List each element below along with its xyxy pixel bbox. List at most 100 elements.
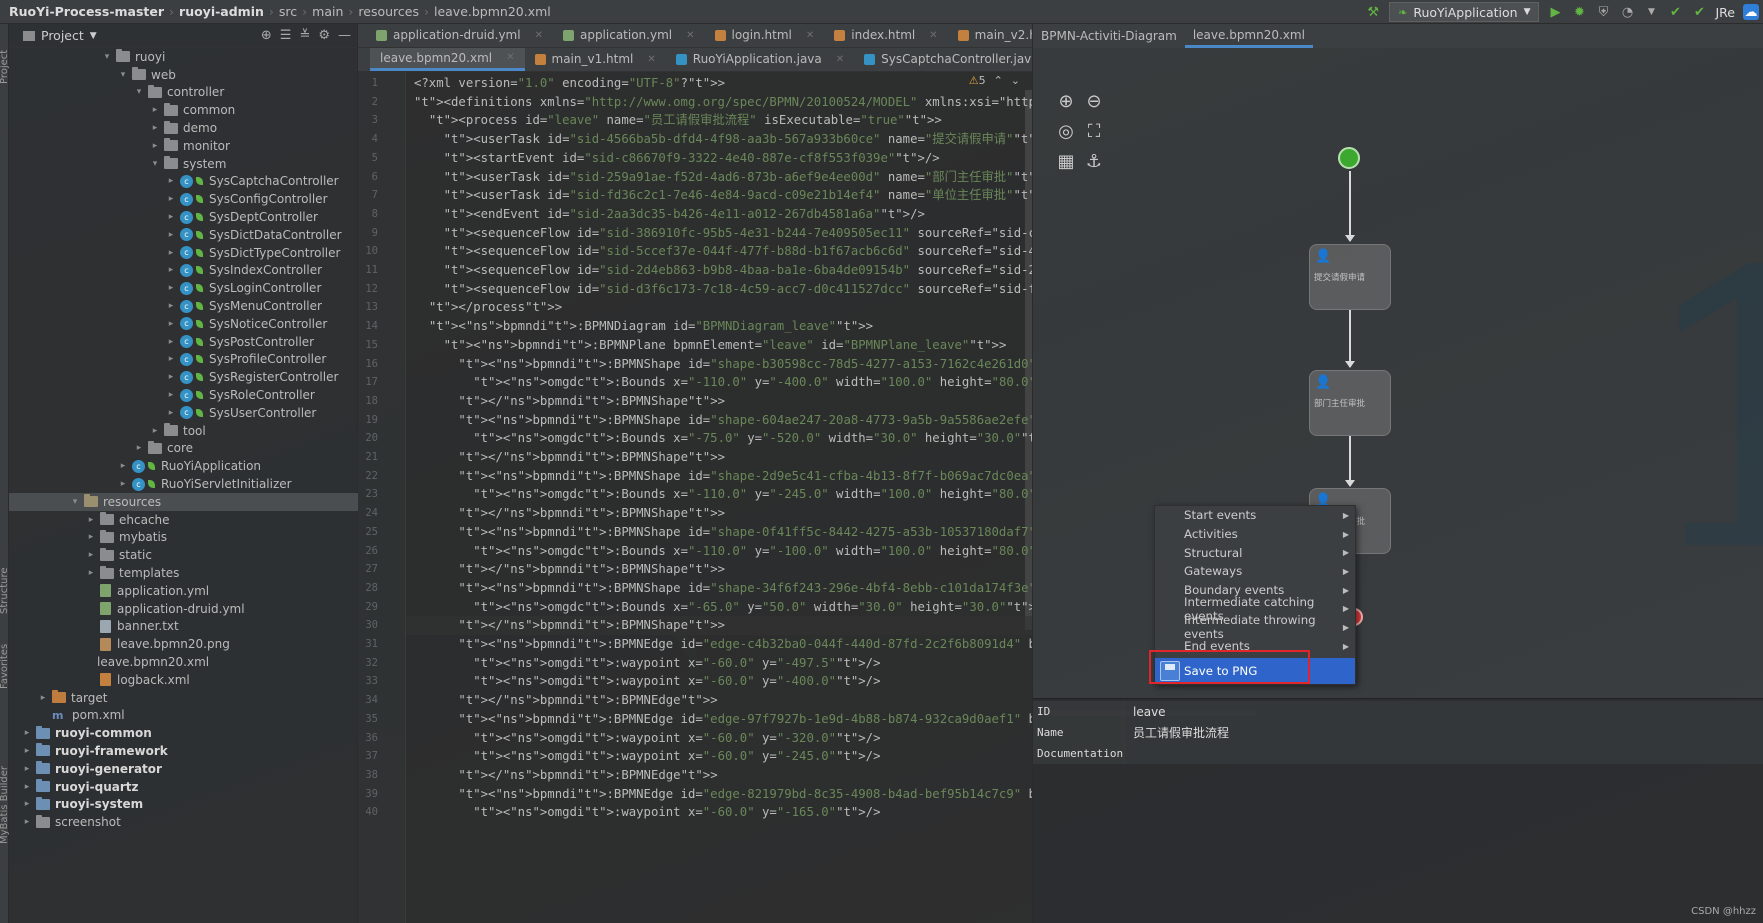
collapse-arrow-icon[interactable]: ▸ (21, 728, 33, 738)
code-line[interactable]: "t"></"ns">bpmndi"t">:BPMNEdge"t">> (414, 766, 717, 785)
run-config-select[interactable]: ❧ RuoYiApplication ▼ (1389, 2, 1540, 22)
editor-tab[interactable]: RuoYiApplication.java ✕ (666, 48, 854, 71)
diagram-canvas[interactable]: 1 ⊕ ⊖ ◎ ⛶ ▦ ⚓ 👤 提交请假申请 👤 部门主任审批 👤 单位主任审批 (1033, 48, 1763, 716)
debug-icon[interactable]: ✹ (1571, 4, 1587, 20)
collapse-arrow-icon[interactable]: ▸ (165, 265, 177, 275)
tree-node[interactable]: ▸ c RuoYiApplication (9, 457, 358, 475)
start-event[interactable] (1338, 147, 1360, 169)
expand-arrow-icon[interactable]: ▾ (133, 87, 145, 97)
run-icon[interactable]: ▶ (1547, 4, 1563, 20)
collapse-arrow-icon[interactable]: ▸ (149, 123, 161, 133)
code-line[interactable]: "t"><userTask id="sid-259a91ae-f52d-4ad6… (414, 168, 1032, 187)
inspection-widget[interactable]: ⚠5 ⌃ ⌄ (969, 74, 1020, 87)
collapse-arrow-icon[interactable]: ▸ (165, 176, 177, 186)
property-value-field[interactable]: leave (1125, 701, 1763, 722)
context-menu-item[interactable]: Structural ▶ (1155, 543, 1355, 562)
close-icon[interactable]: ✕ (647, 54, 655, 65)
tree-node[interactable]: ▸ common (9, 101, 358, 119)
collapse-arrow-icon[interactable]: ▸ (21, 782, 33, 792)
expand-arrow-icon[interactable]: ▾ (69, 497, 81, 507)
code-line[interactable]: "t"><"ns">bpmndi"t">:BPMNEdge id="edge-c… (414, 635, 1032, 654)
collapse-arrow-icon[interactable]: ▸ (85, 568, 97, 578)
tree-node[interactable]: ▸ c SysConfigController (9, 190, 358, 208)
close-icon[interactable]: ✕ (506, 52, 514, 63)
close-icon[interactable]: ✕ (806, 30, 814, 41)
tree-node[interactable]: ▾ ruoyi (9, 48, 358, 66)
code-line[interactable]: "t"><"ns">omgdi"t">:waypoint x="-60.0" y… (414, 672, 880, 691)
code-line[interactable]: "t"></"ns">bpmndi"t">:BPMNShape"t">> (414, 448, 725, 467)
collapse-arrow-icon[interactable]: ▸ (149, 105, 161, 115)
code-line[interactable]: "t"></"ns">bpmndi"t">:BPMNEdge"t">> (414, 691, 717, 710)
build-hammer-icon[interactable]: ⚒ (1365, 4, 1381, 20)
tree-node[interactable]: ▸ c SysProfileController (9, 351, 358, 369)
tree-node[interactable]: ▾ system (9, 155, 358, 173)
tree-node[interactable]: ▸ templates (9, 564, 358, 582)
code-line[interactable]: "t"><definitions xmlns="http://www.omg.o… (414, 93, 1032, 112)
tab-leave-xml[interactable]: leave.bpmn20.xml (1184, 24, 1313, 48)
breadcrumb-item[interactable]: src (274, 4, 302, 19)
code-line[interactable]: "t"><process id="leave" name="员工请假审批流程" … (414, 111, 942, 130)
code-line[interactable]: "t"><userTask id="sid-4566ba5b-dfd4-4f98… (414, 130, 1032, 149)
code-line[interactable]: "t"></process"t">> (414, 298, 562, 317)
tree-node[interactable]: ▾ resources (9, 492, 358, 511)
tree-node[interactable]: ▸ core (9, 440, 358, 458)
close-icon[interactable]: ✕ (836, 54, 844, 65)
collapse-arrow-icon[interactable]: ▸ (165, 248, 177, 258)
code-line[interactable]: "t"><endEvent id="sid-2aa3dc35-b426-4e11… (414, 205, 925, 224)
tree-node[interactable]: ▾ web (9, 66, 358, 84)
tree-node[interactable]: leave.bpmn20.png (9, 635, 358, 653)
tree-node[interactable]: ▸ c SysIndexController (9, 262, 358, 280)
code-line[interactable]: "t"><"ns">bpmndi"t">:BPMNEdge id="edge-9… (414, 710, 1032, 729)
tree-node[interactable]: ▸ c SysCaptchaController (9, 173, 358, 191)
profile-icon[interactable]: ◔ (1619, 4, 1635, 20)
code-line[interactable]: "t"><"ns">omgdc"t">:Bounds x="-110.0" y=… (414, 373, 1032, 392)
zoom-actual-icon[interactable]: ◎ (1053, 118, 1079, 144)
collapse-arrow-icon[interactable]: ▸ (165, 301, 177, 311)
anchor-icon[interactable]: ⚓ (1081, 148, 1107, 174)
tree-node[interactable]: ▸ c SysMenuController (9, 297, 358, 315)
tree-node[interactable]: ▸ c SysDeptController (9, 208, 358, 226)
code-line[interactable]: "t"><"ns">omgdi"t">:waypoint x="-60.0" y… (414, 729, 880, 748)
jrebel-label[interactable]: JRe (1715, 5, 1735, 20)
code-line[interactable]: "t"><"ns">bpmndi"t">:BPMNShape id="shape… (414, 355, 1032, 374)
code-line[interactable]: "t"></"ns">bpmndi"t">:BPMNShape"t">> (414, 392, 725, 411)
code-line[interactable]: "t"><"ns">bpmndi"t">:BPMNDiagram id="BPM… (414, 317, 873, 336)
code-line[interactable]: <?xml version="1.0" encoding="UTF-8"?"t"… (414, 74, 725, 93)
collapse-arrow-icon[interactable]: ▸ (165, 194, 177, 204)
hide-icon[interactable]: — (338, 28, 351, 43)
collapse-arrow-icon[interactable]: ▸ (21, 746, 33, 756)
code-line[interactable]: "t"><"ns">omgdc"t">:Bounds x="-110.0" y=… (414, 485, 1032, 504)
tree-node[interactable]: ▸ mybatis (9, 529, 358, 547)
code-line[interactable]: "t"><"ns">bpmndi"t">:BPMNShape id="shape… (414, 579, 1032, 598)
zoom-out-icon[interactable]: ⊖ (1081, 88, 1107, 114)
tree-node[interactable]: ▸ screenshot (9, 813, 358, 831)
collapse-arrow-icon[interactable]: ▸ (85, 515, 97, 525)
close-icon[interactable]: ✕ (686, 30, 694, 41)
code-line[interactable]: "t"><"ns">bpmndi"t">:BPMNShape id="shape… (414, 467, 1032, 486)
tree-node[interactable]: m pom.xml (9, 706, 358, 724)
collapse-arrow-icon[interactable]: ▸ (21, 799, 33, 809)
context-menu-item[interactable]: Intermediate throwing events ▶ (1155, 613, 1355, 641)
locate-icon[interactable]: ⊕ (261, 28, 272, 43)
tree-node[interactable]: ▸ c SysPostController (9, 333, 358, 351)
tree-node[interactable]: ▸ monitor (9, 137, 358, 155)
collapse-arrow-icon[interactable]: ▸ (117, 461, 129, 471)
tree-node[interactable]: ▸ target (9, 689, 358, 707)
fit-icon[interactable]: ⛶ (1081, 118, 1107, 144)
collapse-arrow-icon[interactable]: ▸ (21, 817, 33, 827)
property-value-field[interactable]: 员工请假审批流程 (1125, 722, 1763, 743)
code-line[interactable]: "t"><"ns">omgdc"t">:Bounds x="-65.0" y="… (414, 598, 1032, 617)
code-line[interactable]: "t"></"ns">bpmndi"t">:BPMNShape"t">> (414, 504, 725, 523)
code-line[interactable]: "t"><"ns">bpmndi"t">:BPMNShape id="shape… (414, 411, 1032, 430)
collapse-arrow-icon[interactable]: ▸ (165, 212, 177, 222)
collapse-arrow-icon[interactable]: ▸ (85, 532, 97, 542)
collapse-arrow-icon[interactable]: ▸ (165, 319, 177, 329)
tree-node[interactable]: ▾ controller (9, 84, 358, 102)
collapse-arrow-icon[interactable]: ▸ (117, 479, 129, 489)
tree-node[interactable]: application-druid.yml (9, 600, 358, 618)
cloud-icon[interactable]: ☁ (1743, 4, 1759, 20)
editor-tab[interactable]: login.html ✕ (705, 24, 825, 47)
breadcrumb-item[interactable]: main (307, 4, 348, 19)
collapse-arrow-icon[interactable]: ▸ (165, 372, 177, 382)
project-panel-title[interactable]: Project (41, 28, 84, 43)
